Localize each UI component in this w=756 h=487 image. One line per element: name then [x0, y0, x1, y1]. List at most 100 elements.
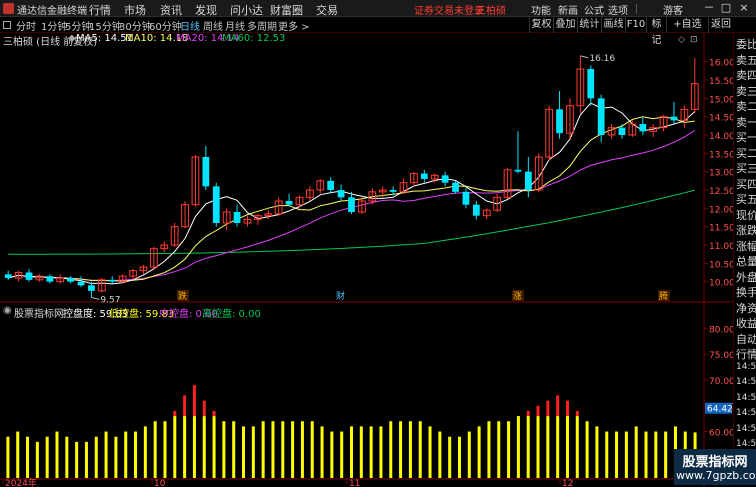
toolbar-f10-button[interactable]: F10 [625, 17, 646, 33]
indicator-settings-icon[interactable]: ◉ [3, 305, 12, 316]
menu-divider [636, 4, 637, 14]
candle-down [337, 190, 345, 198]
event-mark: 腾 [659, 290, 668, 302]
side-panel-item: 外盘 [736, 270, 756, 284]
candle-down [4, 274, 12, 278]
tab-5min[interactable]: 5分钟 [65, 18, 91, 33]
candle-up [56, 277, 65, 283]
toolbar-overlay-button[interactable]: 叠加 [553, 17, 577, 33]
price-tick-label: 11.00 [709, 242, 735, 252]
candle-up [14, 272, 23, 279]
high-pointer [580, 55, 589, 59]
chart-collapse-icon[interactable]: ◇ [678, 35, 685, 45]
candle-up [243, 218, 252, 224]
close-button[interactable]: × [738, 1, 750, 15]
sub-tick-label: 65.00 [709, 403, 735, 413]
candle-up [129, 270, 137, 277]
menu-options[interactable]: 选项 [608, 2, 628, 17]
side-panel-item: 买五 [736, 193, 756, 206]
tab-60min[interactable]: 60分钟 [149, 18, 182, 33]
candle-up [628, 123, 637, 136]
menu-quotes[interactable]: 行情 [89, 2, 111, 18]
maximize-button[interactable]: □ [720, 1, 732, 15]
menu-market[interactable]: 市场 [124, 2, 146, 18]
side-panel-item: 14:50 [736, 377, 756, 387]
tab-intraday[interactable]: 分时 [16, 18, 36, 33]
toolbar-stats-button[interactable]: 统计 [577, 17, 601, 33]
toolbar-back-button[interactable]: 返回 [708, 17, 733, 33]
candle-up [482, 209, 491, 217]
candle-down [202, 157, 210, 187]
toolbar-add-watchlist-button[interactable]: +自选 [666, 17, 708, 33]
tab-more[interactable]: 更多 > [278, 18, 310, 33]
current-stock: 三柏硕 [476, 6, 506, 17]
candle-up [274, 200, 283, 215]
candle-up [149, 248, 158, 268]
candle-up [576, 68, 585, 107]
current-value-badge [705, 402, 732, 414]
menu-functions[interactable]: 功能 [531, 2, 551, 17]
candle-down [556, 109, 563, 134]
candle-up [35, 275, 44, 281]
tab-1min[interactable]: 1分钟 [41, 18, 67, 33]
side-panel-item: 14:50 [736, 361, 756, 372]
toolbar-mark-button[interactable]: 标记 [646, 17, 666, 46]
period-checkbox-icon[interactable] [3, 21, 11, 29]
candle-down [597, 98, 605, 135]
ma20-line [8, 130, 696, 282]
current-value-badge-text: 64.42 [707, 405, 733, 415]
candle-down [25, 272, 33, 280]
price-tick-label: 12.00 [709, 205, 735, 215]
toolbar-draw-button[interactable]: 画线 [601, 17, 625, 33]
toolbar-adjust-button[interactable]: 复权 [529, 17, 553, 33]
candle-up [566, 105, 574, 134]
candle-down [420, 173, 428, 179]
guest-login[interactable]: 游客 [663, 2, 683, 17]
event-mark-box [512, 290, 524, 301]
price-tick-label: 11.50 [709, 224, 735, 234]
event-mark: 财 [336, 290, 345, 302]
tab-monthly[interactable]: 月线 [225, 18, 245, 33]
candle-down [285, 201, 293, 205]
menu-discover[interactable]: 发现 [195, 2, 217, 18]
candle-down [441, 175, 449, 183]
menu-news[interactable]: 资讯 [160, 2, 182, 18]
menu-ask[interactable]: 问小达 [230, 2, 263, 18]
menu-formula[interactable]: 公式 [584, 2, 604, 17]
price-tick-label: 10.00 [709, 279, 735, 289]
menu-trade[interactable]: 交易 [316, 2, 338, 18]
candle-up [181, 204, 189, 228]
candle-down [88, 285, 95, 291]
quote-side-panel: 委比 卖五 卖四 卖三 卖二 卖一 买一 买二 买三 买四 买五 现价 涨跌 涨幅 总量 外盘 换手 净资 收益 自动… [733, 33, 756, 487]
kline-chart[interactable]: 16.00 15.50 15.00 14.50 14.00 13.50 13.00 12.50… [0, 0, 756, 487]
ma10-line [8, 116, 695, 282]
side-panel-item: 卖一 [736, 115, 756, 129]
candle-up [295, 196, 304, 206]
high-price-label: 16.16 [589, 54, 615, 64]
tab-multi-period[interactable]: 多周期 [247, 18, 277, 33]
candle-up [378, 189, 387, 193]
candle-up [545, 108, 554, 158]
side-panel-item: 14:50 [736, 439, 756, 449]
tab-weekly[interactable]: 周线 [203, 18, 223, 33]
menu-newdraw[interactable]: 新画 [558, 2, 578, 17]
price-tick-label: 13.50 [709, 150, 735, 160]
minimize-button[interactable]: － [703, 1, 715, 15]
side-panel-item: 委比 [736, 38, 756, 51]
tab-30min[interactable]: 30分钟 [119, 18, 152, 33]
tab-daily[interactable]: 日线 [180, 18, 200, 33]
candle-down [67, 278, 75, 282]
candle-up [139, 266, 148, 272]
candle-down [472, 204, 480, 216]
tab-15min[interactable]: 15分钟 [89, 18, 122, 33]
side-panel-item: 自动 [736, 332, 756, 346]
chart-expand-icon[interactable]: ⊡ [690, 35, 698, 45]
candle-up [191, 156, 200, 206]
event-mark: 跌 [178, 291, 187, 302]
sub-tick-label: 80.00 [709, 325, 735, 335]
ma-settings-icon[interactable]: ◆ [68, 33, 76, 44]
app-title: 通达信金融终端 [17, 6, 87, 17]
x-tick-label: 12 [562, 479, 573, 487]
menu-wealth[interactable]: 财富圈 [270, 2, 303, 18]
login-notice[interactable]: 证券交易未登录 [414, 2, 484, 17]
